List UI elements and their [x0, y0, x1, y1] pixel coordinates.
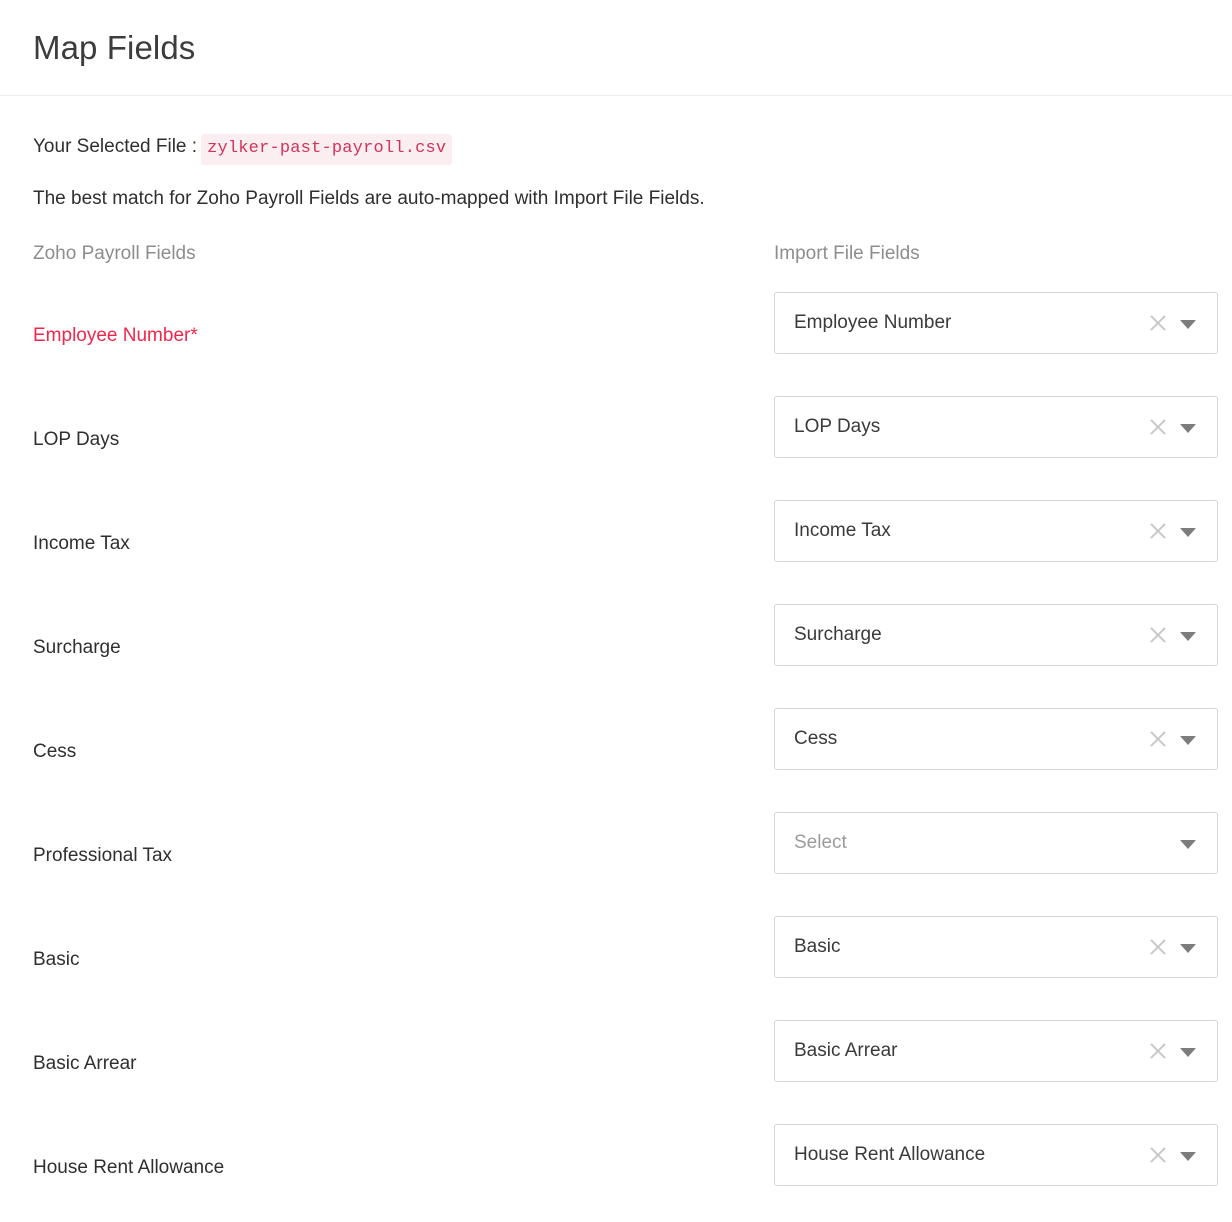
payroll-field-label: Employee Number*: [33, 305, 198, 367]
import-field-select[interactable]: Cess: [774, 708, 1218, 770]
import-field-select-value: LOP Days: [794, 416, 1145, 438]
import-field-select[interactable]: LOP Days: [774, 396, 1218, 458]
payroll-field-label: Income Tax: [33, 513, 130, 575]
import-field-select-value: Basic Arrear: [794, 1040, 1145, 1062]
clear-icon[interactable]: [1145, 518, 1171, 544]
field-mapping-row: Basic Arrear Basic Arrear: [33, 1014, 1218, 1118]
clear-icon[interactable]: [1145, 934, 1171, 960]
field-mapping-row: Employee Number* Employee Number: [33, 286, 1218, 390]
import-field-select[interactable]: Basic Arrear: [774, 1020, 1218, 1082]
column-header-import-file-fields: Import File Fields: [774, 241, 920, 267]
chevron-down-icon[interactable]: [1179, 522, 1197, 540]
import-field-select-value: Income Tax: [794, 520, 1145, 542]
payroll-field-label: Basic Arrear: [33, 1033, 136, 1095]
import-field-select[interactable]: House Rent Allowance: [774, 1124, 1218, 1186]
selected-file-name: zylker-past-payroll.csv: [201, 134, 452, 165]
clear-icon[interactable]: [1145, 310, 1171, 336]
chevron-down-icon[interactable]: [1179, 626, 1197, 644]
import-field-select[interactable]: Basic: [774, 916, 1218, 978]
column-headers: Zoho Payroll Fields Import File Fields: [33, 241, 1218, 267]
clear-icon[interactable]: [1145, 1142, 1171, 1168]
import-field-select-value: Employee Number: [794, 312, 1145, 334]
clear-icon[interactable]: [1145, 726, 1171, 752]
import-field-select-value: Basic: [794, 936, 1145, 958]
import-field-select-value: House Rent Allowance: [794, 1144, 1145, 1166]
import-field-select[interactable]: Income Tax: [774, 500, 1218, 562]
import-field-select[interactable]: Select: [774, 812, 1218, 874]
payroll-field-label: Cess: [33, 721, 76, 783]
chevron-down-icon[interactable]: [1179, 730, 1197, 748]
import-field-select[interactable]: Surcharge: [774, 604, 1218, 666]
field-mapping-row: Basic Basic: [33, 910, 1218, 1014]
field-mapping-row: LOP Days LOP Days: [33, 390, 1218, 494]
chevron-down-icon[interactable]: [1179, 834, 1197, 852]
auto-map-description: The best match for Zoho Payroll Fields a…: [33, 187, 1218, 211]
payroll-field-label: Basic: [33, 929, 79, 991]
payroll-field-label: Surcharge: [33, 617, 121, 679]
column-header-zoho-payroll-fields: Zoho Payroll Fields: [33, 241, 196, 267]
field-mapping-row: Professional Tax Select: [33, 806, 1218, 910]
payroll-field-label: LOP Days: [33, 409, 119, 471]
field-mapping-list: Employee Number*Employee NumberLOP DaysL…: [33, 286, 1218, 1222]
chevron-down-icon[interactable]: [1179, 938, 1197, 956]
field-mapping-row: Surcharge Surcharge: [33, 598, 1218, 702]
page-body: Your Selected File : zylker-past-payroll…: [0, 134, 1232, 1222]
payroll-field-label: Professional Tax: [33, 825, 172, 887]
chevron-down-icon[interactable]: [1179, 1042, 1197, 1060]
import-field-select[interactable]: Employee Number: [774, 292, 1218, 354]
import-field-select-value: Cess: [794, 728, 1145, 750]
page-header: Map Fields: [0, 0, 1232, 96]
clear-icon[interactable]: [1145, 1038, 1171, 1064]
clear-icon[interactable]: [1145, 414, 1171, 440]
clear-icon[interactable]: [1145, 622, 1171, 648]
payroll-field-label: House Rent Allowance: [33, 1137, 224, 1199]
field-mapping-row: House Rent Allowance House Rent Allowance: [33, 1118, 1218, 1222]
field-mapping-row: Income Tax Income Tax: [33, 494, 1218, 598]
selected-file-line: Your Selected File : zylker-past-payroll…: [33, 134, 1218, 165]
chevron-down-icon[interactable]: [1179, 1146, 1197, 1164]
import-field-select-value: Surcharge: [794, 624, 1145, 646]
field-mapping-row: Cess Cess: [33, 702, 1218, 806]
chevron-down-icon[interactable]: [1179, 314, 1197, 332]
import-field-select-value: Select: [794, 832, 1145, 854]
chevron-down-icon[interactable]: [1179, 418, 1197, 436]
selected-file-label: Your Selected File :: [33, 135, 197, 159]
page-title: Map Fields: [33, 31, 195, 64]
